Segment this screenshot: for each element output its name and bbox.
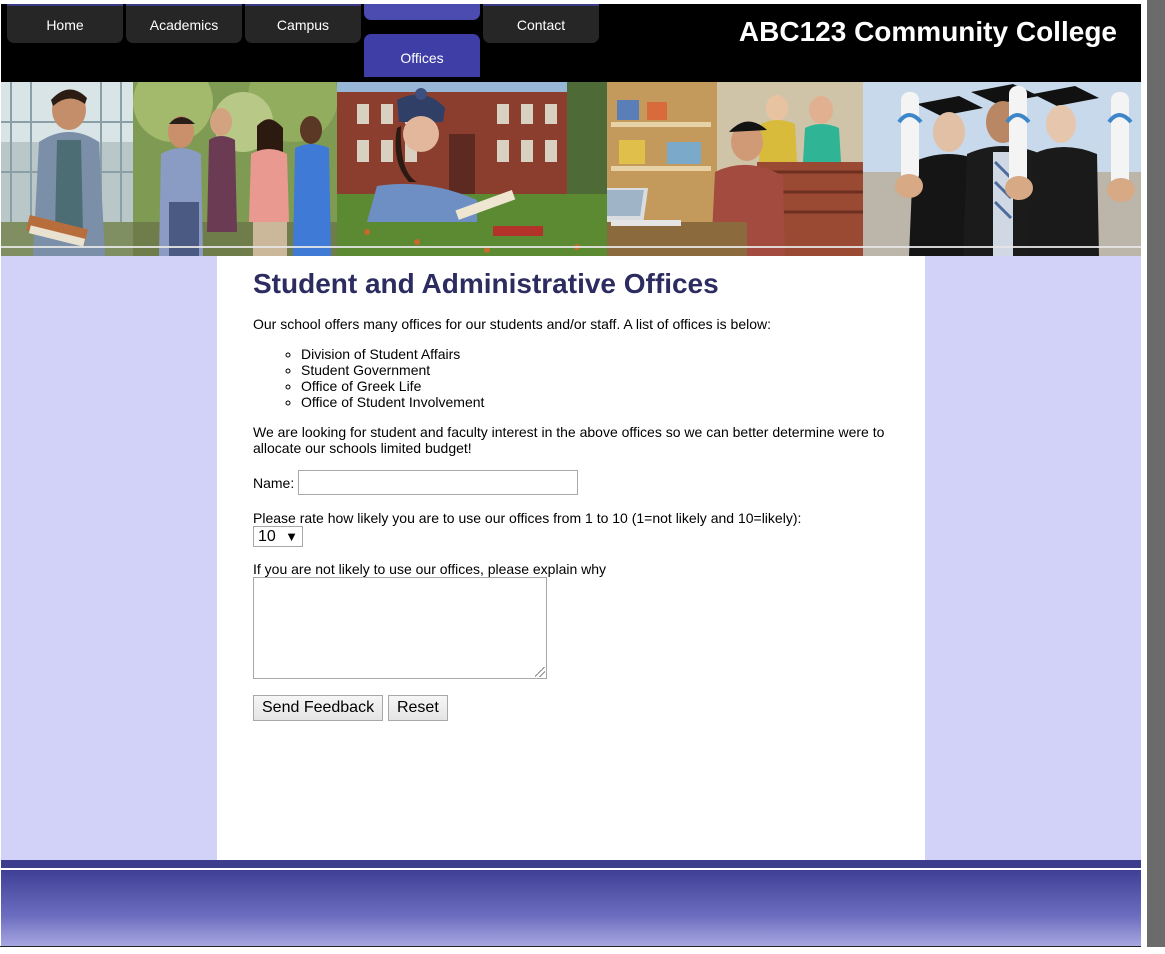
nav-campus[interactable]: Campus — [245, 4, 361, 43]
scrollbar[interactable] — [1141, 0, 1165, 954]
banner-photo-student-group — [133, 82, 337, 256]
name-input[interactable] — [298, 470, 579, 495]
form-buttons: Send Feedback Reset — [253, 695, 889, 721]
header: Home Academics Campus Offices Contact AB… — [1, 4, 1141, 82]
resize-grip-icon[interactable] — [535, 667, 545, 677]
banner-photo-graduates — [863, 82, 1141, 256]
reset-button[interactable]: Reset — [387, 695, 448, 721]
site-title: ABC123 Community College — [738, 16, 1117, 47]
rating-select[interactable]: 10 ▼ — [253, 526, 303, 547]
dorm-laptop-illustration — [607, 82, 863, 256]
rating-select-value: 10 — [258, 527, 276, 545]
banner-divider-line — [1, 246, 1141, 248]
banner-photo-girl-reading-grass — [337, 82, 607, 256]
explain-textarea[interactable] — [253, 577, 547, 679]
banner-photo-student-books — [1, 82, 133, 256]
intro-text: Our school offers many offices for our s… — [253, 316, 772, 332]
graduates-illustration — [863, 82, 1141, 256]
banner-photo-strip — [1, 82, 1141, 256]
student-group-illustration — [133, 82, 337, 256]
nav-campus-label: Campus — [276, 16, 330, 33]
scrollbar-track[interactable] — [1147, 0, 1165, 947]
student-books-illustration — [1, 82, 133, 256]
banner-photo-dorm-laptop — [607, 82, 863, 256]
office-list: Division of Student Affairs Student Gove… — [253, 346, 889, 410]
page: Home Academics Campus Offices Contact AB… — [0, 0, 1165, 954]
nav-academics-label: Academics — [149, 16, 219, 33]
footer — [1, 870, 1141, 947]
site-container: Home Academics Campus Offices Contact AB… — [1, 4, 1141, 947]
explain-label: If you are not likely to use our offices… — [253, 561, 607, 577]
nav-home-label: Home — [46, 16, 84, 33]
nav-home[interactable]: Home — [7, 4, 123, 43]
page-title: Student and Administrative Offices — [253, 268, 719, 299]
girl-reading-illustration — [337, 82, 607, 256]
nav-offices-label: Offices — [400, 49, 444, 66]
footer-band — [1, 860, 1141, 868]
nav-contact[interactable]: Contact — [483, 4, 599, 43]
dropdown-arrow-icon: ▼ — [285, 529, 298, 544]
rating-label: Please rate how likely you are to use ou… — [253, 510, 802, 526]
list-item: Division of Student Affairs — [301, 346, 889, 362]
interest-text: We are looking for student and faculty i… — [253, 424, 885, 456]
nav-offices-top-edge — [364, 4, 480, 20]
name-label: Name: — [253, 474, 295, 491]
list-item: Office of Student Involvement — [301, 394, 889, 410]
list-item: Student Government — [301, 362, 889, 378]
send-feedback-button[interactable]: Send Feedback — [253, 695, 384, 721]
name-row: Name: — [253, 470, 889, 495]
list-item: Office of Greek Life — [301, 378, 889, 394]
page-bottom-border — [0, 946, 1141, 947]
main-content: Student and Administrative Offices Our s… — [217, 256, 925, 860]
nav-contact-label: Contact — [516, 16, 566, 33]
nav-academics[interactable]: Academics — [126, 4, 242, 43]
nav-offices[interactable]: Offices — [364, 34, 480, 77]
